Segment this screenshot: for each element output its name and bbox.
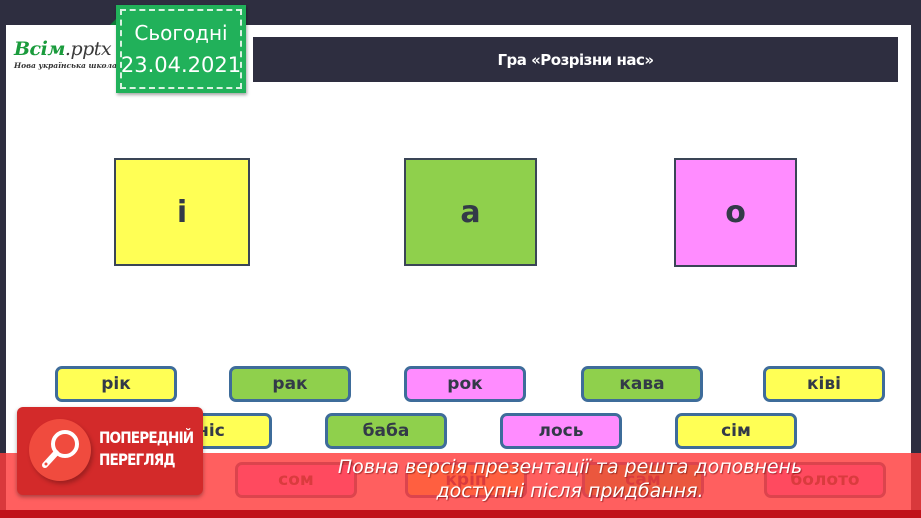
word-text: лось: [538, 421, 584, 441]
preview-label-line2: ПЕРЕГЛЯД: [99, 450, 176, 469]
purchase-notice: Повна версія презентації та решта доповн…: [300, 455, 840, 503]
vowel-letter: і: [176, 194, 188, 230]
word-card[interactable]: кава: [581, 366, 703, 402]
word-card[interactable]: ківі: [763, 366, 885, 402]
word-card[interactable]: рок: [404, 366, 526, 402]
today-date: 23.04.2021: [120, 53, 242, 77]
date-badge: Сьогодні 23.04.2021: [110, 5, 246, 93]
word-card[interactable]: рак: [229, 366, 351, 402]
logo-brand: Всім: [14, 38, 65, 60]
word-text: рок: [447, 374, 483, 394]
magnifier-circle: [29, 419, 91, 481]
word-card[interactable]: баба: [325, 413, 447, 449]
preview-label-line1: ПОПЕРЕДНІЙ: [99, 428, 194, 447]
word-card[interactable]: лось: [500, 413, 622, 449]
vowel-card-a[interactable]: а: [404, 158, 537, 266]
vowel-card-o[interactable]: о: [674, 158, 797, 267]
vowel-card-i[interactable]: і: [114, 158, 250, 266]
word-card[interactable]: рік: [55, 366, 177, 402]
purchase-notice-line1: Повна версія презентації та решта доповн…: [337, 456, 803, 478]
slide-right-border: [911, 25, 921, 518]
word-text: сім: [721, 421, 751, 441]
vsim-pptx-logo: Всім.pptx Нова українська школа: [14, 38, 117, 70]
word-text: рак: [272, 374, 308, 394]
word-text: баба: [362, 421, 410, 441]
word-text: кава: [619, 374, 665, 394]
logo-subtitle: Нова українська школа: [14, 61, 117, 70]
logo-brand-ext: .pptx: [64, 38, 112, 60]
vowel-letter: а: [460, 194, 481, 230]
word-text: ківі: [807, 374, 841, 394]
word-card[interactable]: сім: [675, 413, 797, 449]
vowel-letter: о: [725, 195, 746, 230]
purchase-notice-line2: доступні після придбання.: [436, 480, 704, 502]
word-text: рік: [101, 374, 131, 394]
preview-overlay-bottom-bar: [0, 510, 921, 518]
slide-title: Гра «Розрізни нас»: [497, 50, 654, 69]
slide-title-bar: Гра «Розрізни нас»: [253, 37, 898, 82]
preview-label: ПОПЕРЕДНІЙ ПЕРЕГЛЯД: [99, 427, 194, 471]
preview-badge[interactable]: ПОПЕРЕДНІЙ ПЕРЕГЛЯД: [17, 407, 203, 495]
magnifier-icon: [42, 430, 79, 468]
today-label: Сьогодні: [134, 21, 228, 45]
